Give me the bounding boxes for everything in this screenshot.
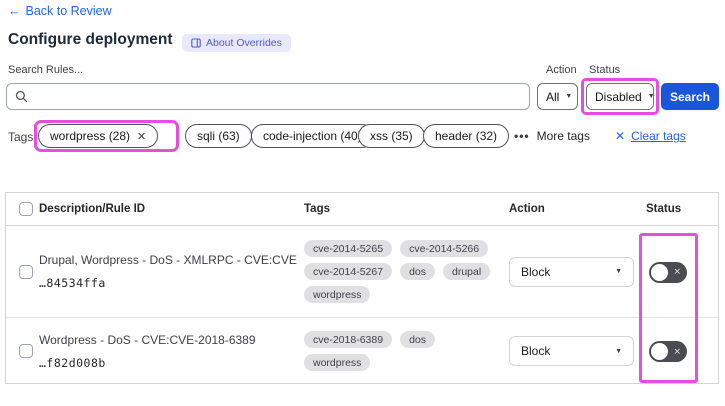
status-filter-label: Status [589,64,621,76]
toggle-x-icon: ✕ [673,346,681,356]
about-overrides-badge[interactable]: About Overrides [182,34,291,52]
remove-tag-icon[interactable]: ✕ [137,130,146,143]
column-header-description: Description/Rule ID [39,203,146,215]
action-select-value: Block [521,344,551,358]
row-checkbox[interactable] [19,264,33,279]
rules-table: Description/Rule ID Tags Action Status D… [5,192,719,384]
ellipsis-icon: ••• [514,129,530,143]
table-header-row: Description/Rule ID Tags Action Status [6,193,718,226]
action-select-dropdown[interactable]: Block ▼ [509,336,634,366]
tag-filter-label: xss (35) [370,129,413,143]
rule-tag: dos [400,331,435,348]
rule-tag: wordpress [304,354,371,371]
rule-tag: cve-2014-5266 [400,240,489,257]
toggle-knob [651,263,668,281]
column-header-action: Action [509,203,545,215]
status-filter-dropdown[interactable]: Disabled ▼ [586,83,655,110]
back-to-review-link[interactable]: ← Back to Review [8,4,112,18]
action-filter-dropdown[interactable]: All ▼ [537,83,578,110]
tags-cell: cve-2014-5265 cve-2014-5266 cve-2014-526… [304,226,504,317]
page-title: Configure deployment [8,31,173,48]
chevron-down-icon: ▼ [647,93,655,100]
more-tags-label: More tags [536,129,590,143]
tag-filter-sqli[interactable]: sqli (63) [185,124,252,148]
chevron-down-icon: ▼ [615,347,622,355]
action-select-dropdown[interactable]: Block ▼ [509,256,634,287]
search-rules-input[interactable] [34,89,521,104]
column-header-status: Status [646,203,682,215]
toggle-knob [651,343,668,360]
rule-id: …84534ffa [39,276,106,290]
rule-tag: drupal [443,263,491,280]
tags-cell: cve-2018-6389 dos wordpress [304,318,504,384]
clear-tags-label: Clear tags [631,129,686,143]
rule-tag: wordpress [304,286,371,303]
tags-bar-label: Tags: [8,130,37,144]
description-cell: Wordpress - DoS - CVE:CVE-2018-6389 …f82… [39,318,297,384]
tag-filter-header[interactable]: header (32) [423,124,510,148]
tag-filter-label: sqli (63) [197,129,240,143]
rule-description: Wordpress - DoS - CVE:CVE-2018-6389 [39,332,256,347]
action-filter-value: All [546,89,560,104]
description-cell: Drupal, Wordpress - DoS - XMLRPC - CVE:C… [39,226,297,317]
row-checkbox[interactable] [19,344,33,358]
search-icon [15,90,28,103]
chevron-down-icon: ▼ [565,93,573,100]
search-rules-box [6,83,530,110]
action-filter-label: Action [546,64,577,76]
clear-tags-x-icon: ✕ [615,129,626,143]
tag-filter-xss[interactable]: xss (35) [358,124,425,148]
back-arrow-icon: ← [8,4,21,18]
table-row: Wordpress - DoS - CVE:CVE-2018-6389 …f82… [6,318,718,384]
tag-filter-wordpress[interactable]: wordpress (28) ✕ [38,124,159,148]
action-select-value: Block [521,264,551,279]
tag-filter-label: code-injection (40) [263,129,362,143]
about-overrides-label: About Overrides [206,37,282,49]
rule-id: …f82d008b [39,355,106,370]
column-header-tags: Tags [304,203,330,215]
status-filter-value: Disabled [595,89,642,104]
select-all-checkbox[interactable] [19,202,33,216]
tag-filter-label: header (32) [435,129,498,143]
rule-tag: cve-2014-5267 [304,263,393,280]
back-link-label: Back to Review [25,4,112,18]
tag-filter-label: wordpress (28) [50,129,131,143]
status-toggle-off[interactable]: ✕ [649,261,687,283]
clear-tags-button[interactable]: ✕ Clear tags [615,129,686,143]
book-icon [191,38,201,48]
toggle-x-icon: ✕ [673,266,681,277]
more-tags-button[interactable]: ••• More tags [514,129,590,143]
search-rules-label: Search Rules... [8,64,84,76]
rule-tag: cve-2018-6389 [304,331,393,348]
chevron-down-icon: ▼ [615,268,622,275]
rule-tag: cve-2014-5265 [304,240,393,257]
search-button[interactable]: Search [661,83,719,110]
configure-deployment-page: ← Back to Review Configure deployment Ab… [0,0,725,406]
rule-description: Drupal, Wordpress - DoS - XMLRPC - CVE:C… [39,253,297,267]
table-row: Drupal, Wordpress - DoS - XMLRPC - CVE:C… [6,226,718,318]
status-toggle-off[interactable]: ✕ [649,341,687,362]
tag-filter-code-injection[interactable]: code-injection (40) [251,124,374,148]
rule-tag: dos [400,263,435,280]
